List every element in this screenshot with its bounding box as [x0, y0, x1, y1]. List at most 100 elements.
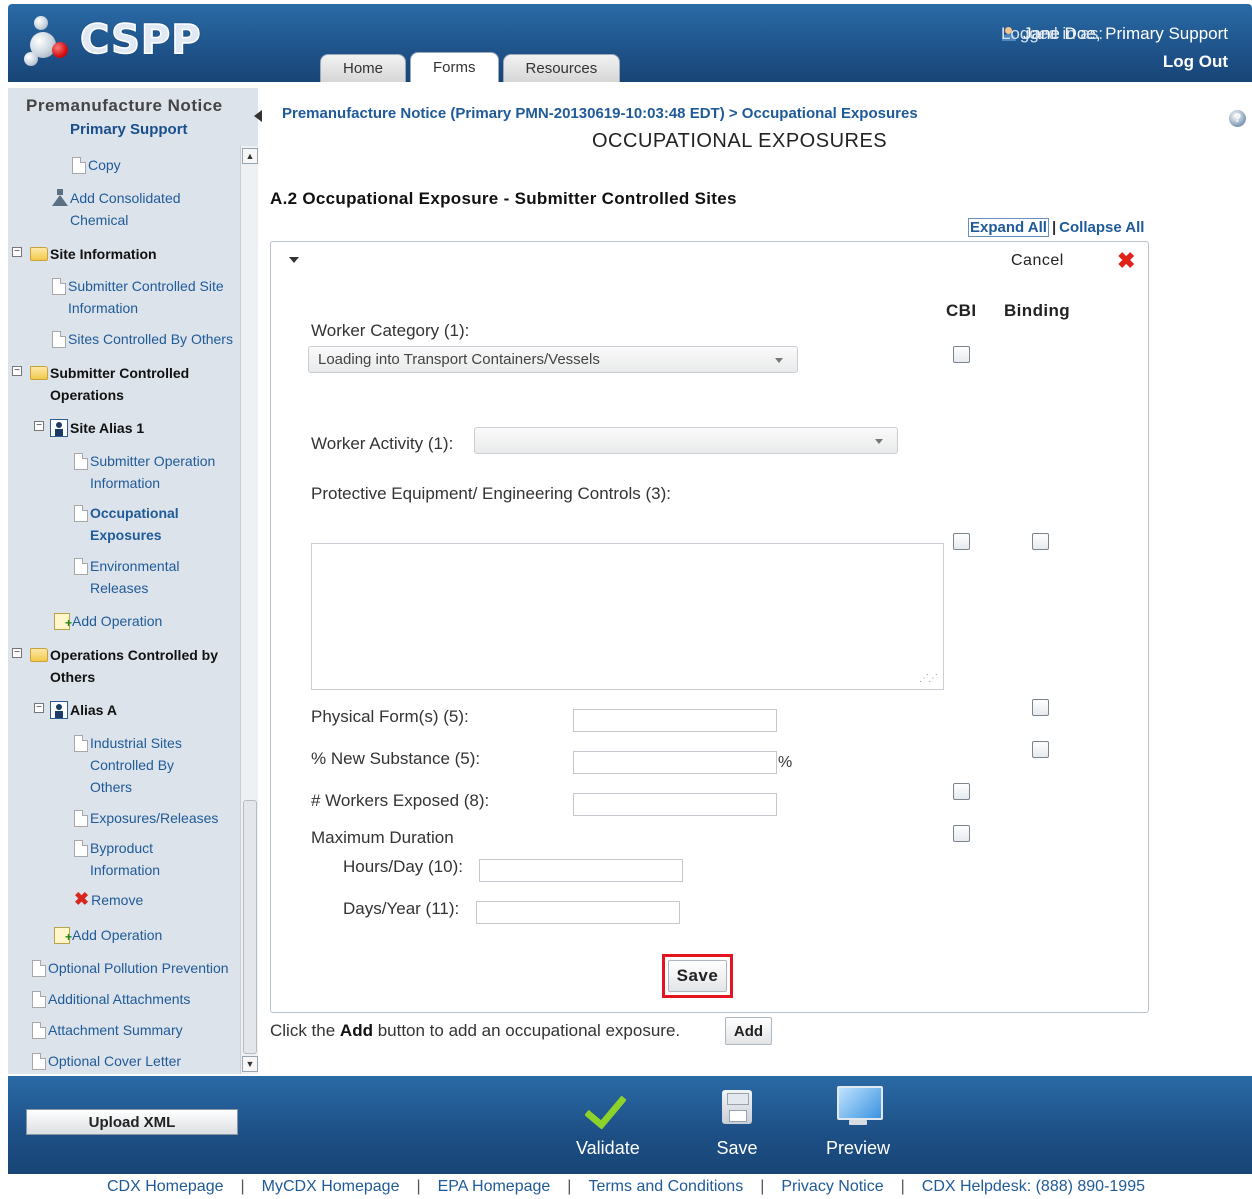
collapse-toggle[interactable]: − — [12, 648, 22, 658]
expand-collapse-links: Expand All | Collapse All — [968, 218, 1144, 237]
link-separator: | — [1051, 219, 1057, 236]
scrollbar-thumb[interactable] — [243, 800, 257, 1054]
worker-category-select[interactable]: Loading into Transport Containers/Vessel… — [308, 346, 798, 373]
sidebar-scrollbar[interactable]: ▲ ▼ — [240, 146, 258, 1074]
panel-toggle-icon[interactable] — [289, 257, 299, 263]
validate-label: Validate — [576, 1138, 640, 1158]
footer-separator: | — [900, 1178, 905, 1195]
worker-activity-select[interactable] — [474, 427, 898, 454]
workers-exposed-cbi-checkbox[interactable] — [953, 783, 970, 800]
collapse-all-link[interactable]: Collapse All — [1059, 219, 1144, 236]
sidebar-item-exposures-releases[interactable]: Exposures/Releases — [74, 807, 218, 829]
tab-home[interactable]: Home — [320, 54, 407, 82]
file-icon — [32, 1053, 46, 1070]
sidebar-item-add-operation-others[interactable]: Add Operation — [54, 924, 162, 948]
pct-new-substance-binding-checkbox[interactable] — [1032, 741, 1049, 758]
file-icon — [72, 157, 86, 174]
physical-form-binding-checkbox[interactable] — [1032, 699, 1049, 716]
sidebar-item-industrial-sites-controlled-by-others[interactable]: Industrial Sites Controlled By Others — [74, 732, 182, 798]
sidebar-item-byproduct-information[interactable]: Byproduct Information — [74, 837, 160, 881]
hours-per-day-input[interactable] — [479, 859, 683, 882]
protective-equipment-textarea[interactable]: ⋰⋰ — [311, 543, 944, 690]
cancel-label[interactable]: Cancel — [1011, 252, 1064, 270]
footer-links: CDX Homepage | MyCDX Homepage | EPA Home… — [0, 1178, 1252, 1199]
sidebar-item-optional-pollution-prevention[interactable]: Optional Pollution Prevention — [32, 957, 229, 979]
pct-new-substance-label: % New Substance (5): — [311, 749, 481, 768]
sidebar-item-add-operation[interactable]: Add Operation — [54, 610, 162, 634]
scroll-up-icon[interactable]: ▲ — [242, 148, 258, 164]
tab-resources[interactable]: Resources — [502, 54, 621, 82]
worker-category-cbi-checkbox[interactable] — [953, 346, 970, 363]
protective-equipment-cbi-checkbox[interactable] — [953, 533, 970, 550]
footer-link-privacy[interactable]: Privacy Notice — [781, 1178, 883, 1199]
sidebar-item-copy[interactable]: Copy — [72, 154, 121, 176]
maximum-duration-cbi-checkbox[interactable] — [953, 825, 970, 842]
toolbar-save-button[interactable]: Save — [714, 1084, 760, 1159]
physical-form-input[interactable] — [573, 709, 777, 732]
sidebar-item-site-information[interactable]: Site Information — [30, 243, 157, 265]
logout-link[interactable]: Log Out — [1163, 52, 1228, 72]
page-title: OCCUPATIONAL EXPOSURES — [592, 130, 888, 152]
footer-link-terms[interactable]: Terms and Conditions — [588, 1178, 743, 1199]
collapse-toggle[interactable]: − — [34, 703, 44, 713]
sidebar-item-attachment-summary[interactable]: Attachment Summary — [32, 1019, 183, 1041]
sidebar-item-environmental-releases[interactable]: Environmental Releases — [74, 555, 180, 599]
footer-link-epa-homepage[interactable]: EPA Homepage — [438, 1178, 551, 1199]
sidebar-item-occupational-exposures[interactable]: Occupational Exposures — [74, 502, 179, 546]
upload-xml-button[interactable]: Upload XML — [26, 1109, 238, 1135]
protective-equipment-binding-checkbox[interactable] — [1032, 533, 1049, 550]
add-text-pre: Click the — [270, 1021, 340, 1040]
footer-link-mycdx-homepage[interactable]: MyCDX Homepage — [262, 1178, 400, 1199]
days-per-year-input[interactable] — [476, 901, 680, 924]
save-disk-icon — [722, 1090, 752, 1124]
sidebar-item-add-consolidated-chemical[interactable]: Add Consolidated Chemical — [52, 187, 181, 231]
save-button[interactable]: Save — [668, 960, 727, 992]
dropdown-arrow-icon — [875, 439, 883, 444]
file-icon — [52, 331, 66, 348]
main-tabs: Home Forms Resources — [320, 52, 621, 82]
cspp-logo[interactable]: CSPP — [24, 10, 202, 70]
preview-label: Preview — [826, 1138, 891, 1158]
sidebar-item-additional-attachments[interactable]: Additional Attachments — [32, 988, 190, 1010]
collapse-sidebar-icon[interactable] — [254, 110, 262, 122]
collapse-toggle[interactable]: − — [12, 366, 22, 376]
sidebar-item-submitter-operation-information[interactable]: Submitter Operation Information — [74, 450, 215, 494]
sidebar-item-alias-a[interactable]: Alias A — [50, 699, 117, 721]
resize-grip-icon[interactable]: ⋰⋰ — [919, 673, 938, 684]
workers-exposed-input[interactable] — [573, 793, 777, 816]
tab-forms[interactable]: Forms — [410, 52, 499, 82]
footer-link-cdx-homepage[interactable]: CDX Homepage — [107, 1178, 224, 1199]
hours-per-day-label: Hours/Day (10): — [343, 857, 463, 876]
remove-icon: ✖ — [74, 889, 90, 909]
sidebar-item-sites-controlled-by-others[interactable]: Sites Controlled By Others — [52, 328, 233, 350]
validate-button[interactable]: Validate — [576, 1084, 640, 1159]
sidebar-item-submitter-controlled-operations[interactable]: Submitter Controlled Operations — [30, 362, 189, 406]
help-icon[interactable]: ? — [1229, 110, 1246, 127]
site-icon — [50, 419, 68, 437]
sidebar-item-site-alias-1[interactable]: Site Alias 1 — [50, 417, 144, 439]
worker-activity-label: Worker Activity (1): — [311, 434, 454, 453]
scroll-down-icon[interactable]: ▼ — [242, 1056, 258, 1072]
sidebar-item-submitter-controlled-site-information[interactable]: Submitter Controlled Site Information — [52, 275, 224, 319]
file-icon — [32, 960, 46, 977]
file-icon — [74, 735, 88, 752]
cancel-icon[interactable]: ✖ — [1117, 248, 1135, 274]
expand-all-link[interactable]: Expand All — [968, 218, 1049, 237]
sidebar-item-optional-cover-letter[interactable]: Optional Cover Letter — [32, 1050, 181, 1072]
preview-button[interactable]: Preview — [826, 1084, 890, 1159]
worker-category-value: Loading into Transport Containers/Vessel… — [318, 351, 600, 368]
footer-link-helpdesk[interactable]: CDX Helpdesk: (888) 890-1995 — [922, 1178, 1145, 1199]
app-header: CSPP Home Forms Resources Logged in as: … — [8, 4, 1252, 82]
add-button[interactable]: Add — [725, 1017, 772, 1045]
footer-separator: | — [760, 1178, 765, 1195]
pct-new-substance-input[interactable] — [573, 751, 777, 774]
file-icon — [74, 505, 88, 522]
sidebar-item-operations-controlled-by-others[interactable]: Operations Controlled by Others — [30, 644, 218, 688]
checkmark-icon — [585, 1084, 631, 1130]
collapse-toggle[interactable]: − — [12, 247, 22, 257]
collapse-toggle[interactable]: − — [34, 421, 44, 431]
sidebar-item-remove[interactable]: ✖ Remove — [74, 889, 143, 911]
file-icon — [32, 1022, 46, 1039]
breadcrumb[interactable]: Premanufacture Notice (Primary PMN-20130… — [282, 105, 918, 122]
folder-icon — [30, 366, 48, 380]
